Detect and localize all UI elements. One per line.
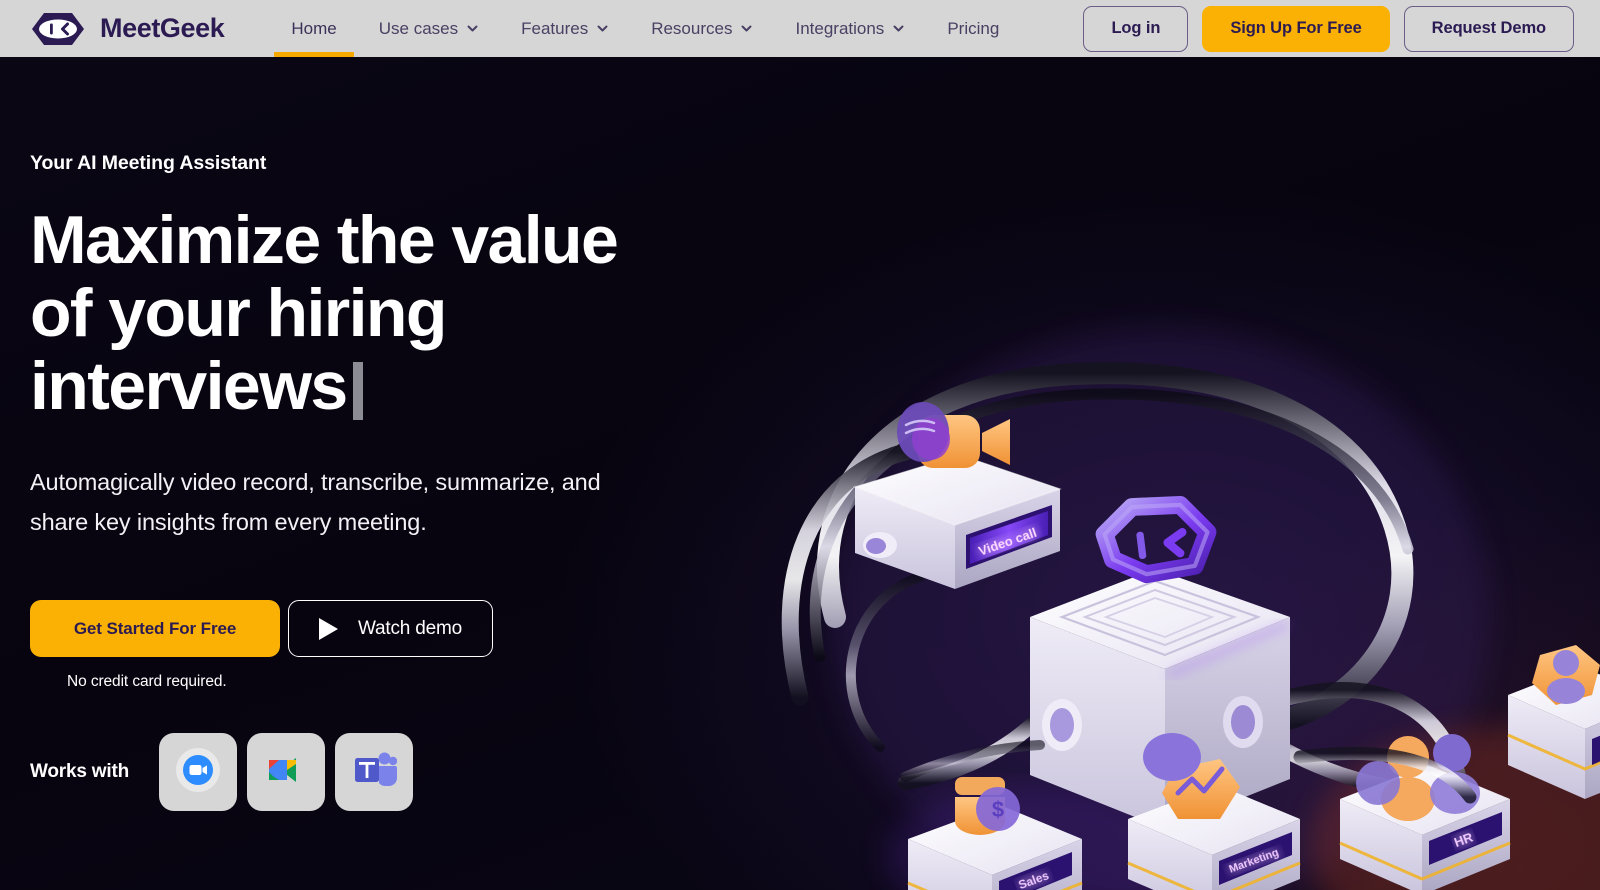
chevron-down-icon <box>596 22 609 35</box>
integration-tile-zoom[interactable] <box>159 733 237 811</box>
page-title: Maximize the value of your hiring interv… <box>30 204 790 423</box>
microsoft-teams-icon <box>351 749 398 796</box>
headline-typed-word: interviews <box>30 348 348 424</box>
nav-item-label: Resources <box>651 18 733 38</box>
chevron-down-icon <box>740 22 753 35</box>
nav-item-label: Use cases <box>378 18 459 38</box>
nav-links: Home Use cases Features Resources Integr… <box>270 0 1020 57</box>
nav-actions: Log in Sign Up For Free Request Demo <box>1083 5 1574 52</box>
chevron-down-icon <box>892 22 905 35</box>
works-with-label: Works with <box>30 761 129 782</box>
google-meet-icon <box>263 750 309 795</box>
nav-item-integrations[interactable]: Integrations <box>774 0 926 57</box>
nav-item-home[interactable]: Home <box>270 0 357 57</box>
integration-tiles <box>159 733 413 811</box>
nav-item-use-cases[interactable]: Use cases <box>358 0 500 57</box>
nav-item-label: Integrations <box>795 18 885 38</box>
meetgeek-hexagon-logo-icon <box>30 11 86 47</box>
headline-line-2: of your hiring <box>30 275 447 351</box>
signup-button[interactable]: Sign Up For Free <box>1202 5 1390 52</box>
watch-demo-label: Watch demo <box>358 617 462 639</box>
no-credit-card-note: No credit card required. <box>67 673 227 690</box>
hero-section: Video call Sales $ Marketing HR Your AI … <box>0 57 1600 890</box>
hero-copy: Your AI Meeting Assistant Maximize the v… <box>30 152 790 811</box>
typing-cursor <box>352 362 363 420</box>
play-icon <box>319 617 338 640</box>
integration-tile-google-meet[interactable] <box>247 733 325 811</box>
chevron-down-icon <box>466 22 479 35</box>
cta-row: Get Started For Free Watch demo <box>30 600 790 657</box>
top-navigation-bar: MeetGeek Home Use cases Features Resourc… <box>0 0 1600 57</box>
nav-item-features[interactable]: Features <box>500 0 630 57</box>
headline-line-3: interviews <box>30 350 790 423</box>
headline-line-1: Maximize the value <box>30 202 619 278</box>
brand-name: MeetGeek <box>100 13 225 43</box>
works-with-section: Works with <box>30 733 790 811</box>
nav-item-label: Pricing <box>947 18 1000 38</box>
nav-item-pricing[interactable]: Pricing <box>926 0 1020 57</box>
brand-logo[interactable]: MeetGeek <box>30 11 225 47</box>
subhead-line-1: Automagically video record, transcribe, … <box>30 469 601 495</box>
get-started-button[interactable]: Get Started For Free <box>30 600 280 657</box>
integration-tile-microsoft-teams[interactable] <box>335 733 413 811</box>
watch-demo-button[interactable]: Watch demo <box>288 600 493 657</box>
request-demo-button[interactable]: Request Demo <box>1403 5 1574 52</box>
subhead-line-2: share key insights from every meeting. <box>30 509 427 535</box>
svg-text:$: $ <box>992 797 1004 822</box>
hero-eyebrow: Your AI Meeting Assistant <box>30 152 267 174</box>
login-button[interactable]: Log in <box>1083 5 1189 52</box>
zoom-icon <box>175 747 221 798</box>
nav-item-resources[interactable]: Resources <box>630 0 774 57</box>
nav-item-label: Home <box>291 18 337 38</box>
hero-subheading: Automagically video record, transcribe, … <box>30 462 790 542</box>
nav-item-label: Features <box>521 18 589 38</box>
